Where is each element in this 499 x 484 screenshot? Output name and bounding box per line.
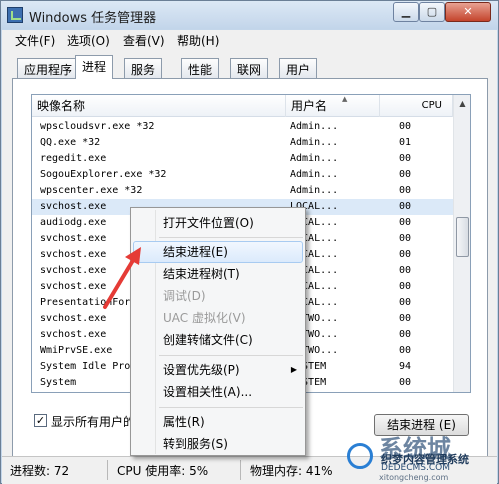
column-header-user-name[interactable]: 用户名 [286, 95, 380, 117]
tab-users[interactable]: 用户 [279, 58, 318, 78]
process-user-cell: Admin... [290, 185, 339, 196]
menu-uac-virtualization: UAC 虚拟化(V) [163, 311, 246, 325]
process-user-cell: Admin... [290, 137, 339, 148]
tab-services[interactable]: 服务 [124, 58, 163, 78]
table-row[interactable]: SogouExplorer.exe *32 Admin... 00 [32, 167, 453, 183]
menu-set-priority[interactable]: 设置优先级(P) ▶ [133, 359, 303, 381]
menu-go-to-service[interactable]: 转到服务(S) [133, 433, 303, 455]
menu-file[interactable]: 文件(F) [15, 32, 55, 49]
process-name-cell: wpscloudsvr.exe *32 [40, 121, 155, 132]
process-name-cell: System [40, 377, 77, 388]
process-context-menu: 打开文件位置(O) 结束进程(E) 结束进程树(T) 调试(D) UAC 虚拟化… [130, 207, 306, 456]
scroll-up-icon[interactable]: ▲ [454, 95, 470, 112]
status-divider [107, 460, 108, 480]
red-pointer-arrow-icon [103, 247, 141, 309]
menu-separator [159, 407, 303, 408]
process-cpu-cell: 00 [399, 265, 412, 276]
process-user-cell: Admin... [290, 153, 339, 164]
process-cpu-cell: 94 [399, 361, 412, 372]
menu-separator [159, 355, 303, 356]
task-manager-app-icon [7, 7, 23, 23]
menu-set-affinity[interactable]: 设置相关性(A)... [133, 381, 303, 403]
table-row[interactable]: wpscloudsvr.exe *32 Admin... 00 [32, 119, 453, 135]
title-bar[interactable]: Windows 任务管理器 ▁ ▢ ✕ [1, 1, 498, 29]
vertical-scrollbar[interactable]: ▲ [453, 95, 470, 392]
status-divider [240, 460, 241, 480]
show-all-users-label: 显示所有用户的 [51, 415, 136, 429]
tab-networking[interactable]: 联网 [230, 58, 269, 78]
menu-help[interactable]: 帮助(H) [177, 32, 219, 49]
process-name-cell: svchost.exe [40, 313, 107, 324]
process-name-cell: svchost.exe [40, 329, 107, 340]
process-name-cell: svchost.exe [40, 281, 107, 292]
task-manager-window: Windows 任务管理器 ▁ ▢ ✕ 文件(F) 选项(O) 查看(V) 帮助… [0, 0, 499, 484]
menu-bar: 文件(F) 选项(O) 查看(V) 帮助(H) [2, 30, 497, 50]
menu-open-file-location[interactable]: 打开文件位置(O) [133, 212, 303, 234]
process-cpu-cell: 00 [399, 185, 412, 196]
process-name-cell: svchost.exe [40, 201, 107, 212]
process-cpu-cell: 00 [399, 345, 412, 356]
close-button[interactable]: ✕ [445, 2, 491, 22]
process-cpu-cell: 00 [399, 201, 412, 212]
minimize-button[interactable]: ▁ [393, 2, 419, 22]
process-list-header: 映像名称 用户名 CPU ▲ [32, 95, 453, 117]
process-cpu-cell: 00 [399, 281, 412, 292]
process-name-cell: wpscenter.exe *32 [40, 185, 143, 196]
process-cpu-cell: 00 [399, 249, 412, 260]
tab-applications[interactable]: 应用程序 [17, 58, 80, 78]
process-name-cell: svchost.exe [40, 233, 107, 244]
menu-debug: 调试(D) [163, 289, 206, 303]
menu-end-process[interactable]: 结束进程(E) [133, 241, 303, 263]
process-name-cell: svchost.exe [40, 265, 107, 276]
show-all-users-checkbox[interactable]: ✓ [34, 414, 47, 427]
watermark-logo-icon [347, 443, 373, 469]
process-cpu-cell: 00 [399, 233, 412, 244]
process-user-cell: Admin... [290, 169, 339, 180]
sort-ascending-icon: ▲ [342, 95, 348, 103]
menu-view[interactable]: 查看(V) [123, 32, 165, 49]
process-cpu-cell: 00 [399, 217, 412, 228]
column-header-cpu[interactable]: CPU [380, 95, 453, 117]
window-title: Windows 任务管理器 [29, 11, 157, 26]
process-cpu-cell: 00 [399, 313, 412, 324]
process-cpu-cell: 01 [399, 137, 412, 148]
menu-options[interactable]: 选项(O) [67, 32, 110, 49]
process-name-cell: regedit.exe [40, 153, 107, 164]
submenu-arrow-icon: ▶ [290, 365, 297, 374]
watermark-url-xitongcheng: xitongcheng.com [379, 473, 449, 482]
process-cpu-cell: 00 [399, 329, 412, 340]
process-name-cell: WmiPrvSE.exe [40, 345, 113, 356]
table-row[interactable]: regedit.exe Admin... 00 [32, 151, 453, 167]
table-row[interactable]: QQ.exe *32 Admin... 01 [32, 135, 453, 151]
process-cpu-cell: 00 [399, 169, 412, 180]
menu-separator [159, 237, 303, 238]
table-row[interactable]: wpscenter.exe *32 Admin... 00 [32, 183, 453, 199]
process-user-cell: Admin... [290, 121, 339, 132]
process-name-cell: System Idle Pro [40, 361, 131, 372]
process-name-cell: SogouExplorer.exe *32 [40, 169, 167, 180]
watermark-url-dedecms: DEDECMS.COM [381, 463, 450, 473]
process-cpu-cell: 00 [399, 153, 412, 164]
column-header-image-name[interactable]: 映像名称 [32, 95, 286, 117]
menu-create-dump-file[interactable]: 创建转储文件(C) [133, 329, 303, 351]
watermark: 系统城 织梦内容管理系统 DEDECMS.COM xitongcheng.com [343, 431, 499, 484]
menu-end-process-tree[interactable]: 结束进程树(T) [133, 263, 303, 285]
status-process-count: 进程数: 72 [10, 464, 70, 478]
scrollbar-thumb[interactable] [456, 217, 469, 257]
process-name-cell: svchost.exe [40, 249, 107, 260]
tab-processes[interactable]: 进程 [75, 55, 114, 79]
process-cpu-cell: 00 [399, 377, 412, 388]
process-cpu-cell: 00 [399, 297, 412, 308]
process-cpu-cell: 00 [399, 121, 412, 132]
menu-set-priority-label: 设置优先级(P) [163, 363, 240, 377]
tab-performance[interactable]: 性能 [181, 58, 220, 78]
process-name-cell: QQ.exe *32 [40, 137, 101, 148]
maximize-button[interactable]: ▢ [419, 2, 445, 22]
menu-properties[interactable]: 属性(R) [133, 411, 303, 433]
status-memory: 物理内存: 41% [250, 464, 333, 478]
status-cpu-usage: CPU 使用率: 5% [117, 464, 209, 478]
process-name-cell: audiodg.exe [40, 217, 107, 228]
